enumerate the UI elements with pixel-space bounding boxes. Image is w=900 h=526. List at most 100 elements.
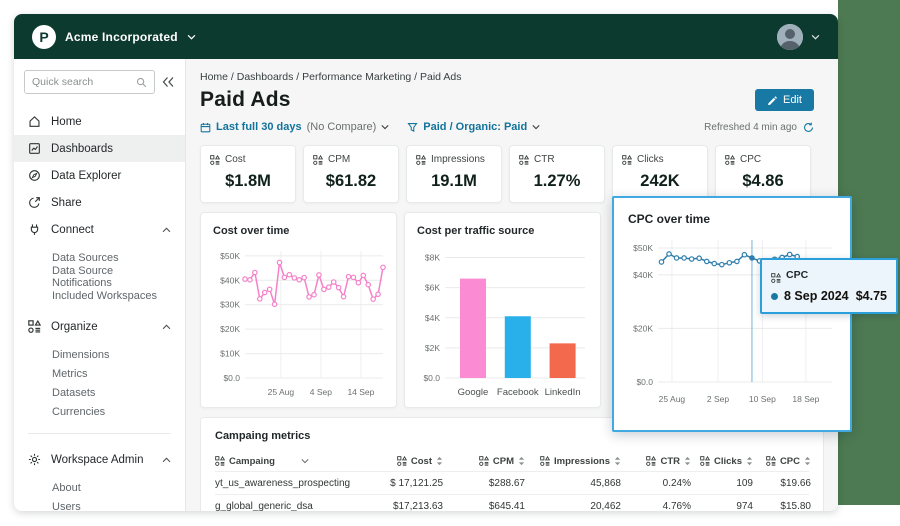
cell-cpc: $15.80 [780,500,811,512]
metric-icon [766,456,776,466]
sidebar-subitem-label: Metrics [52,367,88,380]
cell-ctr: 4.76% [662,500,691,512]
kpi-card-impressions[interactable]: Impressions 19.1M [406,145,502,203]
sidebar-item-workspace-admin[interactable]: Workspace Admin [14,446,185,473]
sidebar-subitem-label: Included Workspaces [52,289,157,302]
chart-panel-cost-per-source[interactable]: Cost per traffic source $0.0 $2K $4K $6K $8K… [404,212,601,408]
cost-over-time-chart[interactable]: $0.0 $10K $20K $30K $40K $50K 25 Aug 4 Sep 14 Se… [213,243,386,399]
cpc-over-time-popup[interactable]: CPC over time $0.0 $20K $40K $50K 25 Aug 2 Se… [612,196,898,432]
sidebar-item-organize[interactable]: Organize [14,313,185,340]
sidebar-item-share[interactable]: Share [14,189,185,216]
svg-text:$50K: $50K [220,251,240,261]
cell-clicks: 109 [736,477,753,489]
column-header-cost[interactable]: Cost [365,456,443,467]
refresh-status: Refreshed 4 min ago [704,122,814,133]
svg-text:$0.0: $0.0 [223,373,240,383]
sidebar-subitem-currencies[interactable]: Currencies [14,402,185,421]
cell-cpc: $19.66 [780,477,811,489]
svg-text:25 Aug: 25 Aug [659,394,686,404]
column-header-cpc[interactable]: CPC [753,456,811,467]
chart-tooltip: CPC 8 Sep 2024 $4.75 [760,258,898,314]
kpi-card-cost[interactable]: Cost $1.8M [200,145,296,203]
metric-icon [313,154,323,165]
metric-icon [397,456,407,466]
svg-text:$8K: $8K [425,253,440,263]
workspace-switcher[interactable]: P Acme Incorporated [32,24,196,49]
svg-text:14 Sep: 14 Sep [347,387,374,397]
cost-per-traffic-source-chart[interactable]: $0.0 $2K $4K $6K $8K Google Facebook LinkedIn [417,243,590,399]
sidebar-item-home[interactable]: Home [14,108,185,135]
metric-icon [479,456,489,466]
sidebar-subitem-included-workspaces[interactable]: Included Workspaces [14,286,185,305]
svg-text:25 Aug: 25 Aug [268,387,295,397]
cell-campaign: g_global_generic_dsa [215,500,313,512]
sidebar-item-data-explorer[interactable]: Data Explorer [14,162,185,189]
column-header-impressions[interactable]: Impressions [525,456,621,467]
sidebar-subitem-metrics[interactable]: Metrics [14,364,185,383]
svg-text:$20K: $20K [220,324,240,334]
sort-icon [746,456,753,466]
kpi-card-cpm[interactable]: CPM $61.82 [303,145,399,203]
sidebar-subitem-about[interactable]: About [14,478,185,497]
kpi-card-ctr[interactable]: CTR 1.27% [509,145,605,203]
user-menu[interactable] [777,23,820,50]
column-label: Cost [410,455,432,467]
column-header-cpm[interactable]: CPM [443,456,525,467]
sidebar-collapse-icon[interactable] [162,76,175,88]
cell-clicks: 974 [736,500,753,512]
sidebar-subitem-label: Users [52,500,81,512]
chart-panel-cost-over-time[interactable]: Cost over time $0.0 $10K $20K $30K $40K $50K 2… [200,212,397,408]
search-input[interactable] [32,76,132,88]
tooltip-value: $4.75 [855,289,887,303]
sidebar-item-label: Dashboards [51,142,114,155]
segment-filter[interactable]: Paid / Organic: Paid [407,121,540,133]
svg-text:$0.0: $0.0 [423,373,440,383]
svg-text:$4K: $4K [425,313,440,323]
sidebar-item-dashboards[interactable]: Dashboards [14,135,185,162]
chevron-up-icon [162,226,171,232]
sidebar-subitem-users[interactable]: Users [14,497,185,512]
cell-impressions: 45,868 [590,477,621,489]
sidebar-item-connect[interactable]: Connect [14,216,185,243]
funnel-icon [407,122,418,132]
metric-icon [519,154,529,165]
breadcrumb[interactable]: Home / Dashboards / Performance Marketin… [200,71,824,83]
table-row[interactable]: g_global_generic_dsa $17,213.63 $645.41 … [215,494,811,512]
sidebar-subitem-label: Currencies [52,405,106,418]
sidebar-subitem-dimensions[interactable]: Dimensions [14,345,185,364]
chart-title: Cost per traffic source [417,225,535,237]
dashboards-icon [29,143,40,154]
kpi-value: 19.1M [431,172,477,190]
compass-icon [29,170,40,181]
sidebar-subitem-data-source-notifications[interactable]: Data Source Notifications [14,265,185,289]
table-row[interactable]: yt_us_awareness_prospecting $ 17,121.25 … [215,471,811,494]
share-icon [29,197,40,208]
date-range-filter[interactable]: Last full 30 days (No Compare) [200,121,389,133]
kpi-card-cpc[interactable]: CPC $4.86 [715,145,811,203]
refresh-icon[interactable] [803,122,814,133]
column-header-campaign[interactable]: Campaing [215,456,365,467]
sort-icon [804,456,811,466]
tooltip-date: 8 Sep 2024 [784,289,849,303]
edit-button[interactable]: Edit [755,89,814,111]
sidebar-subitem-datasets[interactable]: Datasets [14,383,185,402]
sort-icon [436,456,443,466]
column-header-ctr[interactable]: CTR [621,456,691,467]
kpi-value: 242K [640,172,680,190]
kpi-label: CPC [740,154,762,165]
pencil-icon [768,96,778,105]
sort-icon [518,456,525,466]
sidebar-item-label: Share [51,196,82,209]
svg-text:$2K: $2K [425,343,440,353]
kpi-label: Clicks [637,154,664,165]
quick-search[interactable] [24,70,155,94]
chevron-down-icon [811,34,820,40]
cell-campaign: yt_us_awareness_prospecting [215,477,351,489]
kpi-card-clicks[interactable]: Clicks 242K [612,145,708,203]
sort-icon [684,456,691,466]
sidebar-divider [28,433,171,434]
calendar-icon [200,122,211,132]
cell-ctr: 0.24% [662,477,691,489]
column-header-clicks[interactable]: Clicks [691,456,753,467]
person-icon [777,23,803,50]
